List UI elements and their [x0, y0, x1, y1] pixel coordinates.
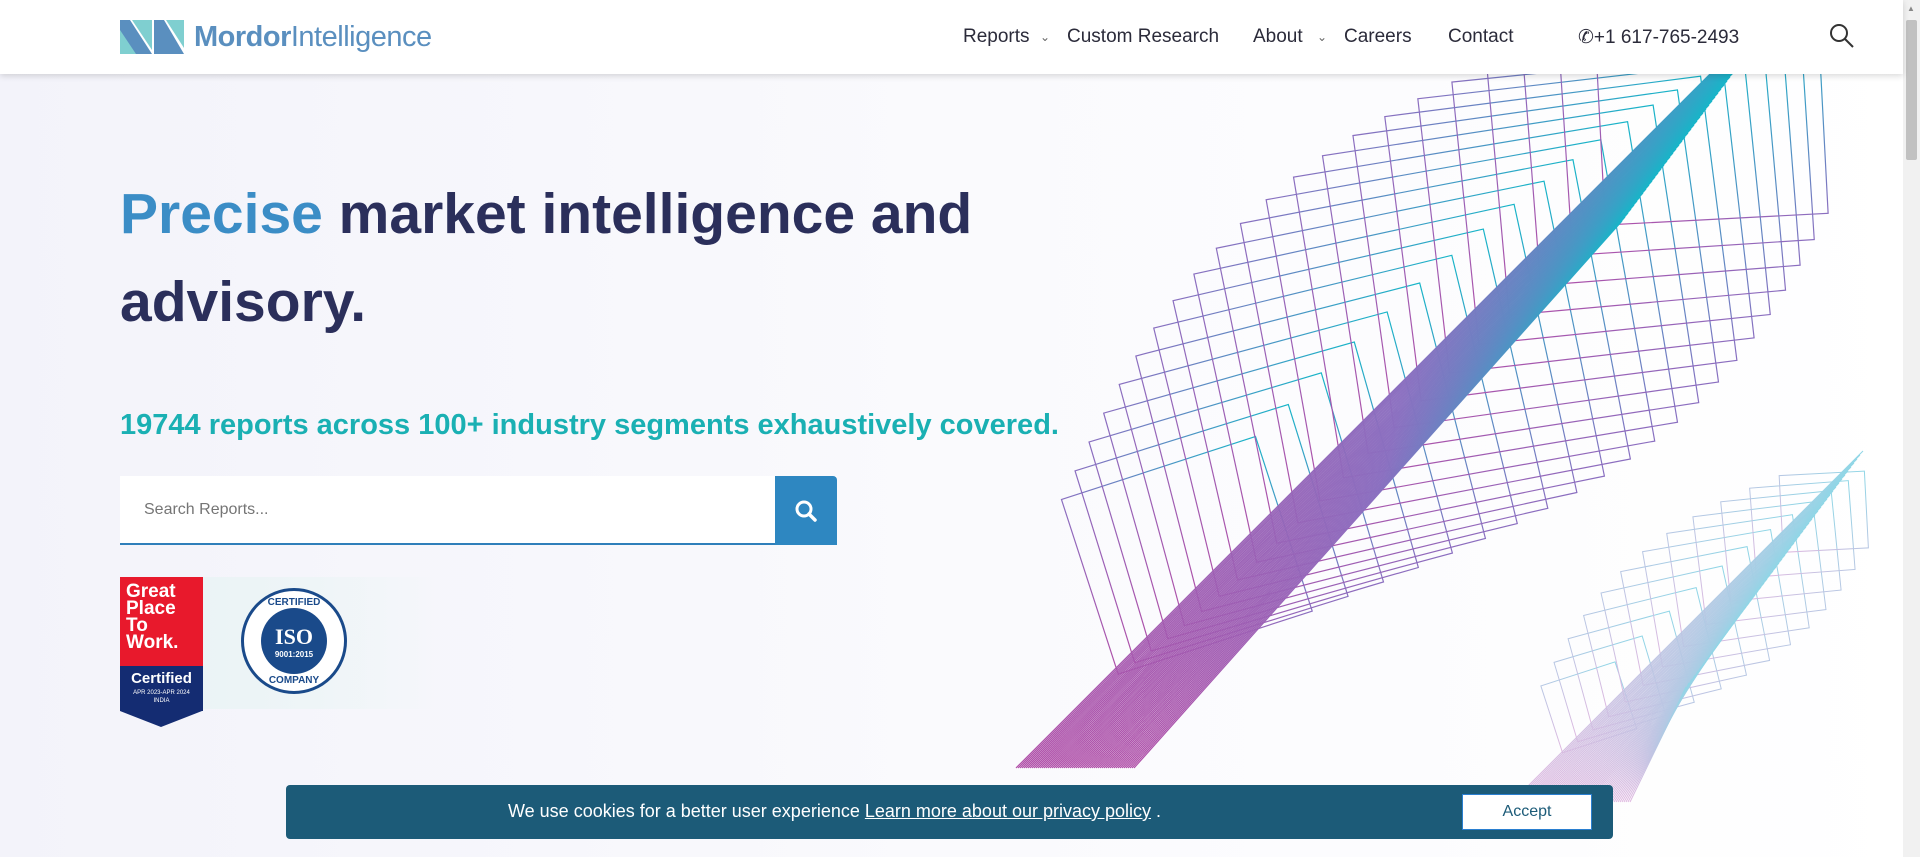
- wireframe-line: [1547, 522, 1810, 803]
- title-accent: Precise: [120, 182, 323, 246]
- wireframe-line: [1061, 76, 1731, 769]
- site-header: MordorIntelligence Reports ⌄ Custom Rese…: [0, 0, 1903, 74]
- chevron-down-icon[interactable]: ⌄: [1317, 30, 1327, 44]
- logo-light: Intelligence: [290, 20, 432, 53]
- wireframe-line: [1083, 120, 1698, 769]
- wireframe-line: [1563, 554, 1786, 803]
- search-input[interactable]: [120, 476, 775, 543]
- gptw-period: APR 2023-APR 2024: [133, 690, 190, 696]
- wireframe-line: [1515, 458, 1858, 803]
- wireframe-line: [1571, 570, 1774, 803]
- cookie-banner: We use cookies for a better user experie…: [286, 785, 1613, 839]
- wireframe-line: [1063, 80, 1728, 769]
- wireframe-line: [1511, 450, 1864, 803]
- nav-reports[interactable]: Reports: [963, 26, 1030, 48]
- wireframe-line: [1557, 542, 1795, 803]
- wireframe-line: [1077, 108, 1707, 769]
- hero-subtitle: 19744 reports across 100+ industry segme…: [120, 409, 1059, 441]
- scrollbar[interactable]: ▲: [1903, 0, 1920, 857]
- wireframe-line: [1121, 196, 1641, 769]
- wireframe-line: [1565, 558, 1783, 803]
- search-icon: [795, 500, 817, 522]
- search-icon[interactable]: [1828, 22, 1856, 50]
- wireframe-line: [1525, 478, 1843, 803]
- wireframe-line: [1095, 144, 1680, 769]
- phone-number: +1 617-765-2493: [1593, 27, 1740, 48]
- scroll-up-icon[interactable]: ▲: [1907, 4, 1915, 13]
- wireframe-line: [1549, 526, 1807, 803]
- wireframe-line: [1081, 116, 1701, 769]
- wireframe-line: [1101, 156, 1671, 769]
- wireframe-line: [1539, 506, 1822, 803]
- search-button[interactable]: [775, 476, 837, 545]
- wireframe-line: [1109, 172, 1659, 769]
- phone-link[interactable]: ✆+1 617-765-2493: [1578, 26, 1739, 49]
- cookie-text: We use cookies for a better user experie…: [508, 801, 865, 821]
- nav-about[interactable]: About: [1253, 26, 1303, 48]
- wireframe-line: [1119, 192, 1644, 769]
- search-form: [120, 476, 837, 545]
- wireframe-line: [1543, 514, 1816, 803]
- gptw-country: INDIA: [153, 698, 170, 704]
- hero: Precise market intelligence and advisory…: [0, 74, 1903, 857]
- iso-top: CERTIFIED: [267, 597, 321, 608]
- wireframe-line: [1523, 474, 1846, 803]
- great-place-to-work-badge: Great Place To Work. Certified APR 2023-APR …: [120, 577, 203, 727]
- wireframe-line: [1553, 534, 1801, 803]
- logo-bold: Mordor: [194, 20, 291, 53]
- wireframe-line: [1541, 510, 1819, 803]
- wireframe-line: [1519, 466, 1852, 803]
- wireframe-line: [1573, 574, 1771, 803]
- phone-icon: ✆: [1578, 27, 1594, 48]
- wireframe-line: [1065, 84, 1725, 769]
- wireframe-line: [1533, 494, 1831, 803]
- nav-contact[interactable]: Contact: [1448, 26, 1513, 48]
- wireframe-line: [1105, 164, 1665, 769]
- cookie-message: We use cookies for a better user experie…: [508, 801, 1161, 822]
- cookie-end: .: [1151, 801, 1162, 821]
- iso-badge: CERTIFIED ISO 9001:2015 COMPANY: [241, 588, 347, 694]
- wireframe-line: [1075, 104, 1710, 769]
- certification-badges: Great Place To Work. Certified APR 2023-APR …: [120, 577, 440, 727]
- scrollbar-thumb[interactable]: [1906, 20, 1917, 160]
- wireframe-line: [1097, 148, 1677, 769]
- hero-title: Precise market intelligence and advisory…: [120, 170, 1020, 346]
- wireframe-line: [1567, 562, 1780, 803]
- chevron-down-icon[interactable]: ⌄: [1040, 30, 1050, 44]
- wireframe-line: [1087, 128, 1692, 769]
- wireframe-line: [1117, 188, 1647, 769]
- logo[interactable]: MordorIntelligence: [120, 20, 432, 54]
- iso-bottom: COMPANY: [268, 675, 320, 686]
- gptw-certified: Certified: [131, 670, 192, 687]
- iso-standard: 9001:2015: [274, 649, 314, 659]
- wireframe-line: [1073, 100, 1713, 769]
- logo-mark-icon: [120, 20, 184, 54]
- wireframe-line: [1531, 490, 1834, 803]
- wireframe-line: [1125, 204, 1635, 769]
- wireframe-line: [1521, 470, 1849, 803]
- wireframe-line: [1535, 498, 1828, 803]
- nav-custom-research[interactable]: Custom Research: [1067, 26, 1219, 48]
- gptw-line: Work.: [126, 632, 179, 653]
- privacy-policy-link[interactable]: Learn more about our privacy policy: [865, 801, 1151, 821]
- wireframe-line: [1551, 530, 1804, 803]
- iso-main: ISO: [275, 623, 313, 649]
- wireframe-line: [1133, 220, 1623, 769]
- wireframe-line: [1111, 176, 1656, 769]
- accept-cookies-button[interactable]: Accept: [1462, 794, 1592, 830]
- wireframe-line: [1113, 180, 1653, 769]
- wireframe-line: [1085, 124, 1695, 769]
- wireframe-line: [1537, 502, 1825, 803]
- wireframe-line: [1559, 546, 1792, 803]
- nav-careers[interactable]: Careers: [1344, 26, 1412, 48]
- wireframe-line: [1093, 140, 1683, 769]
- wireframe-line: [1545, 518, 1813, 803]
- wireframe-line: [1517, 462, 1855, 803]
- wireframe-line: [1555, 538, 1798, 803]
